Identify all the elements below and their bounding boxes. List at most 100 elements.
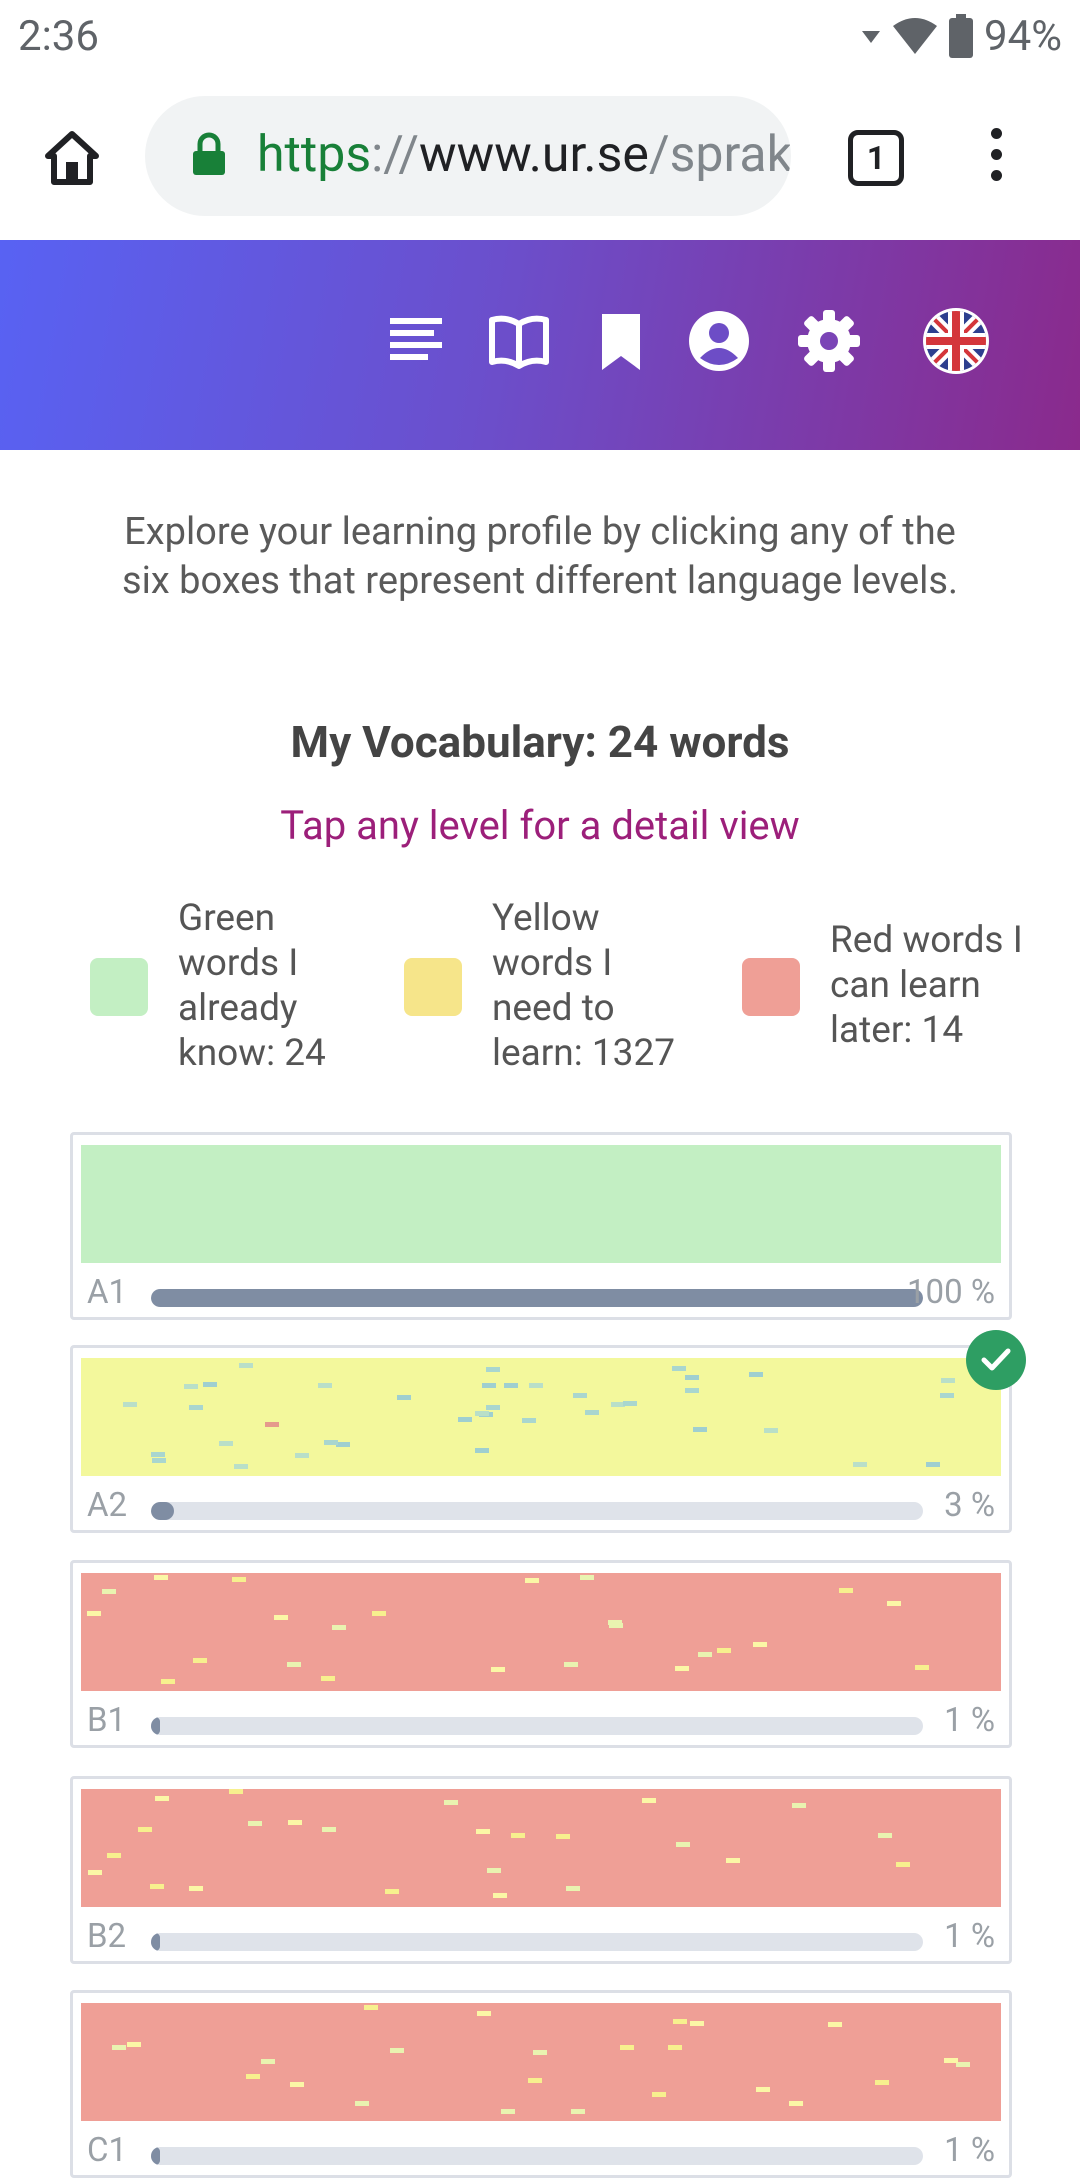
settings-gear-icon[interactable]	[798, 310, 860, 372]
level-progress-fill	[151, 1289, 923, 1307]
word-marker	[501, 2109, 515, 2114]
level-progress-fill	[151, 1933, 161, 1951]
level-box-a1[interactable]: A1 100 %	[70, 1132, 1012, 1320]
word-marker	[529, 1383, 543, 1388]
word-marker	[127, 2042, 141, 2047]
word-marker	[571, 2109, 585, 2114]
word-marker	[88, 1870, 102, 1875]
word-marker	[151, 1452, 165, 1457]
tab-switcher-button[interactable]: 1	[848, 130, 904, 186]
word-marker	[322, 1827, 336, 1832]
legend-swatch-red	[742, 958, 800, 1016]
word-marker	[390, 2048, 404, 2053]
word-marker	[896, 1862, 910, 1867]
word-marker	[274, 1615, 288, 1620]
word-marker	[487, 1868, 501, 1873]
word-marker	[828, 2022, 842, 2027]
word-marker	[152, 1458, 166, 1463]
word-marker	[161, 1679, 175, 1684]
book-icon[interactable]	[488, 310, 550, 372]
word-marker	[203, 1382, 217, 1387]
url-text[interactable]: https://www.ur.se/sprak	[257, 126, 791, 184]
word-marker	[150, 1884, 164, 1889]
legend-swatch-green	[90, 958, 148, 1016]
word-marker	[685, 1375, 699, 1380]
level-progress-bar	[151, 1289, 923, 1307]
level-word-map	[81, 2003, 1001, 2121]
word-marker	[652, 2092, 666, 2097]
battery-percent: 94%	[984, 11, 1062, 61]
level-box-b1[interactable]: B1 1 %	[70, 1560, 1012, 1748]
wifi-icon	[893, 18, 938, 54]
word-marker	[112, 2045, 126, 2050]
word-marker	[444, 1800, 458, 1805]
word-marker	[234, 1464, 248, 1469]
uk-flag-icon[interactable]	[922, 307, 990, 375]
level-box-a2[interactable]: A2 3 %	[70, 1345, 1012, 1533]
level-percent: 3 %	[944, 1486, 995, 1525]
more-menu-icon[interactable]	[986, 128, 1006, 188]
level-progress-fill	[151, 1502, 175, 1520]
word-marker	[789, 2101, 803, 2106]
intro-text: Explore your learning profile by clickin…	[121, 510, 959, 603]
battery-icon	[949, 14, 974, 58]
word-marker	[475, 1411, 489, 1416]
word-marker	[690, 2021, 704, 2026]
word-marker	[102, 1589, 116, 1594]
word-marker	[232, 1577, 246, 1582]
lock-icon	[193, 132, 225, 175]
level-label: B2	[87, 1917, 127, 1956]
status-time: 2:36	[18, 12, 99, 61]
word-marker	[123, 1402, 137, 1407]
check-icon	[966, 1330, 1026, 1390]
account-icon[interactable]	[688, 310, 750, 372]
word-marker	[295, 1453, 309, 1458]
word-marker	[336, 1442, 350, 1447]
word-marker	[620, 2045, 634, 2050]
word-marker	[749, 1372, 763, 1377]
word-marker	[726, 1858, 740, 1863]
word-marker	[623, 1401, 637, 1406]
text-lines-icon[interactable]	[386, 310, 448, 372]
level-word-map	[81, 1573, 1001, 1691]
word-marker	[154, 1575, 168, 1580]
word-marker	[668, 2045, 682, 2050]
word-marker	[385, 1889, 399, 1894]
level-box-c1[interactable]: C1 1 %	[70, 1990, 1012, 2178]
level-percent: 1 %	[944, 2131, 995, 2170]
word-marker	[956, 2062, 970, 2067]
level-progress-bar	[151, 2147, 923, 2165]
level-box-b2[interactable]: B2 1 %	[70, 1776, 1012, 1964]
word-marker	[287, 1662, 301, 1667]
home-icon[interactable]	[42, 128, 102, 188]
word-marker	[355, 2101, 369, 2106]
level-label: A1	[87, 1273, 128, 1312]
level-progress-fill	[151, 1717, 161, 1735]
word-marker	[673, 2019, 687, 2024]
legend-green-text: Green words I already know: 24	[178, 897, 326, 1075]
word-marker	[239, 1363, 253, 1368]
level-label: C1	[87, 2131, 128, 2170]
level-percent: 100 %	[907, 1273, 995, 1312]
word-marker	[486, 1367, 500, 1372]
word-marker	[155, 1796, 169, 1801]
word-marker	[189, 1405, 203, 1410]
word-marker	[717, 1648, 731, 1653]
word-marker	[566, 1886, 580, 1891]
word-marker	[229, 1789, 243, 1794]
word-marker	[580, 1575, 594, 1580]
tap-hint: Tap any level for a detail view	[280, 802, 800, 849]
word-marker	[290, 2082, 304, 2087]
word-marker	[926, 1462, 940, 1467]
word-marker	[248, 1821, 262, 1826]
level-word-map	[81, 1358, 1001, 1476]
level-label: B1	[87, 1701, 127, 1740]
bookmark-icon[interactable]	[590, 310, 652, 372]
word-marker	[107, 1853, 121, 1858]
address-bar[interactable]: https://www.ur.se/sprak	[145, 96, 791, 216]
word-marker	[792, 1803, 806, 1808]
word-marker	[486, 1405, 500, 1410]
word-marker	[609, 1623, 623, 1628]
word-marker	[698, 1652, 712, 1657]
word-marker	[189, 1886, 203, 1891]
